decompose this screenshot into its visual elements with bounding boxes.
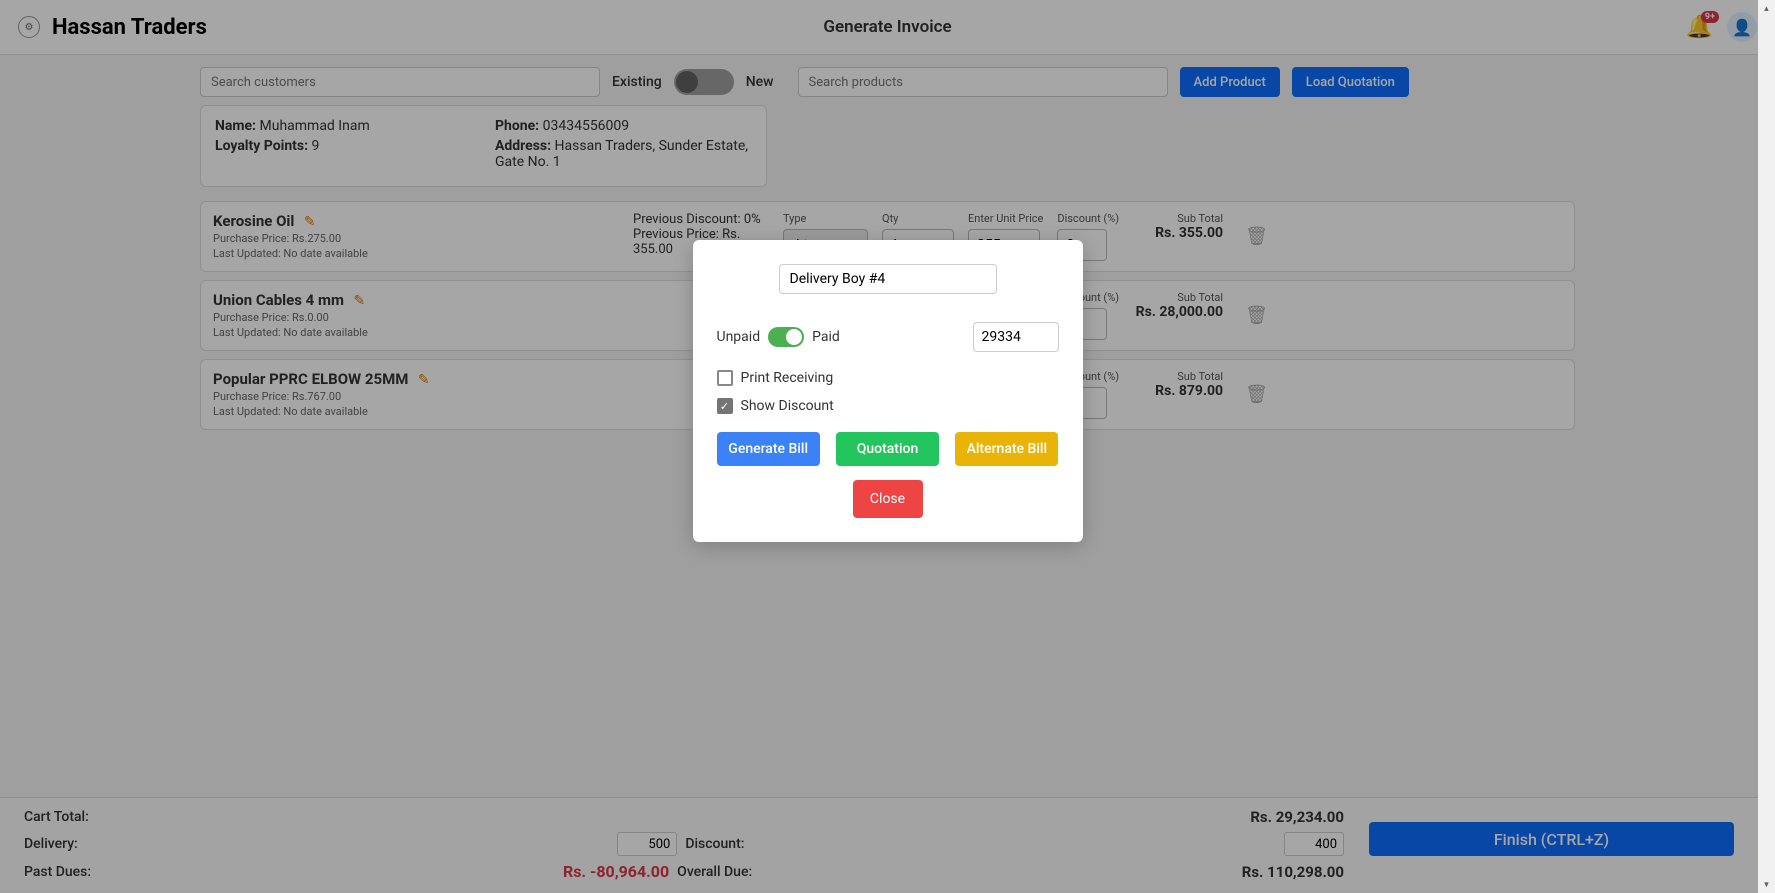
alternate-bill-button[interactable]: Alternate Bill [955, 432, 1058, 466]
paid-label: Paid [812, 329, 840, 345]
amount-input[interactable] [973, 322, 1059, 352]
paid-toggle[interactable] [768, 327, 804, 347]
close-button[interactable]: Close [853, 480, 923, 518]
generate-bill-button[interactable]: Generate Bill [717, 432, 820, 466]
scroll-down-icon[interactable]: ▼ [1758, 876, 1775, 893]
quotation-button[interactable]: Quotation [836, 432, 939, 466]
show-discount-label: Show Discount [741, 398, 834, 414]
print-receiving-checkbox[interactable] [717, 370, 733, 386]
show-discount-checkbox[interactable]: ✓ [717, 398, 733, 414]
delivery-boy-input[interactable] [779, 264, 997, 294]
print-receiving-label: Print Receiving [741, 370, 834, 386]
modal-overlay: Unpaid Paid Print Receiving ✓ Show Disco… [0, 0, 1775, 893]
invoice-modal: Unpaid Paid Print Receiving ✓ Show Disco… [693, 240, 1083, 542]
scroll-up-icon[interactable]: ▲ [1758, 0, 1775, 17]
scrollbar[interactable]: ▲ ▼ [1758, 0, 1775, 893]
unpaid-label: Unpaid [717, 329, 761, 345]
